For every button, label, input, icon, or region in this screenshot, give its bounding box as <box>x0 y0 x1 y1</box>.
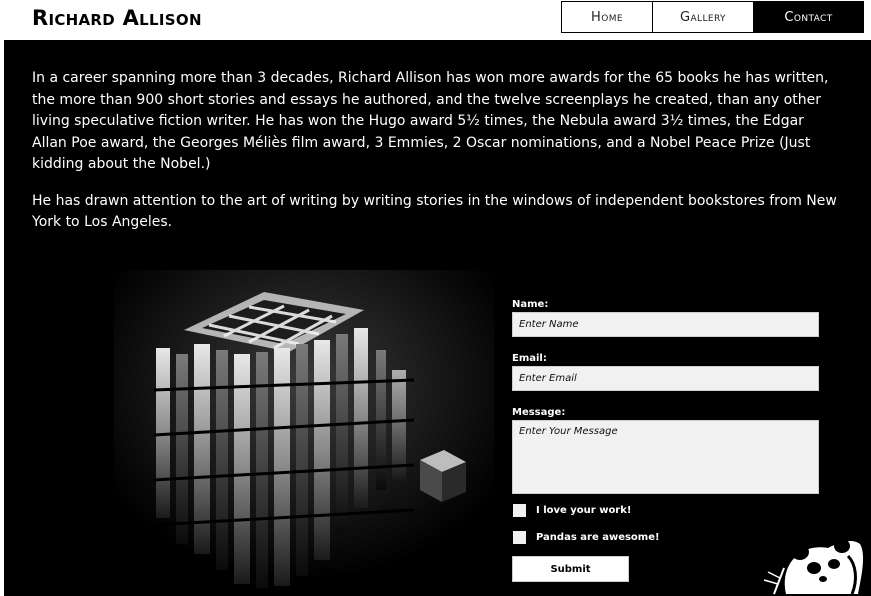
main-content: In a career spanning more than 3 decades… <box>4 40 871 596</box>
message-label: Message: <box>512 407 566 418</box>
bio-section: In a career spanning more than 3 decades… <box>32 68 842 249</box>
email-input[interactable] <box>512 366 819 391</box>
nav-gallery[interactable]: Gallery <box>653 2 754 32</box>
message-textarea[interactable] <box>512 420 819 494</box>
bio-paragraph: In a career spanning more than 3 decades… <box>32 70 829 172</box>
panda-logo-icon <box>763 539 864 595</box>
pandas-checkbox[interactable] <box>513 530 526 544</box>
email-label: Email: <box>512 353 547 364</box>
love-work-option: I love your work! <box>512 502 819 518</box>
name-input[interactable] <box>512 312 819 337</box>
site-title: Richard Allison <box>32 6 202 30</box>
main-nav: Home Gallery Contact <box>561 1 864 33</box>
nav-contact[interactable]: Contact <box>754 2 863 32</box>
name-label: Name: <box>512 299 549 310</box>
love-work-checkbox[interactable] <box>513 503 526 517</box>
nav-home[interactable]: Home <box>562 2 653 32</box>
submit-button[interactable]: Submit <box>512 556 629 582</box>
bio-paragraph: He has drawn attention to the art of wri… <box>32 192 837 231</box>
love-work-label: I love your work! <box>536 504 632 516</box>
site-header: Richard Allison Home Gallery Contact <box>0 0 871 40</box>
pandas-label: Pandas are awesome! <box>536 531 660 543</box>
cube-sculpture-image <box>114 270 494 596</box>
